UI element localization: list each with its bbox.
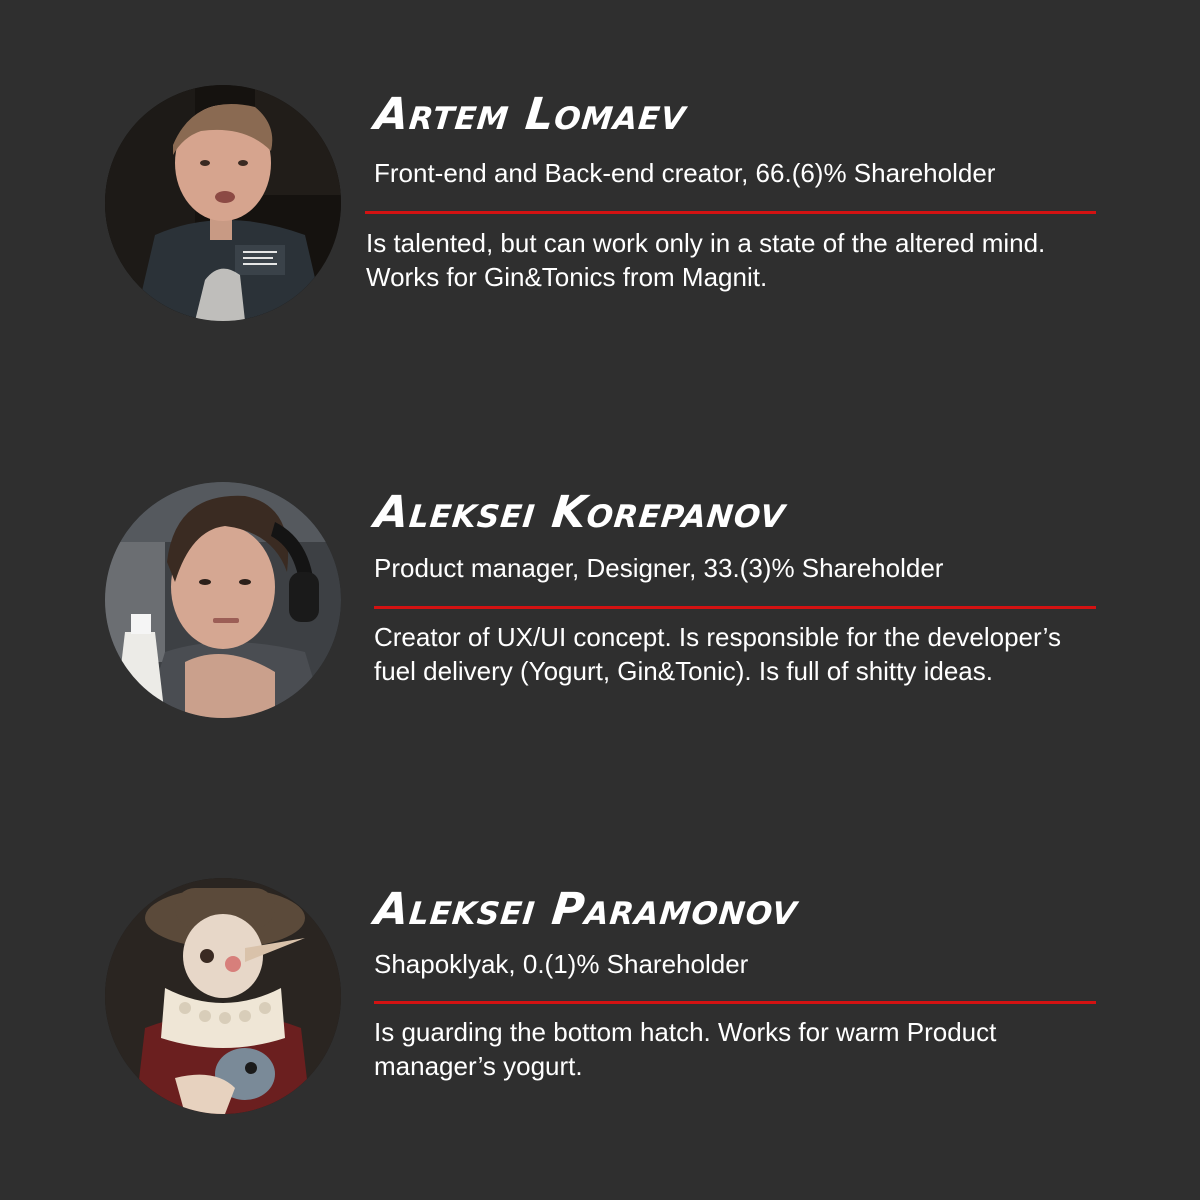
avatar-photo <box>105 85 341 321</box>
team-member-card: Artem Lomaev Front-end and Back-end crea… <box>0 85 1200 325</box>
member-role: Product manager, Designer, 33.(3)% Share… <box>374 553 944 583</box>
avatar-photo <box>105 878 341 1114</box>
avatar <box>105 85 341 321</box>
avatar-photo <box>105 482 341 718</box>
member-description: Is talented, but can work only in a stat… <box>366 228 1046 292</box>
team-member-card: Aleksei Paramonov Shapoklyak, 0.(1)% Sha… <box>0 878 1200 1118</box>
member-name: Artem Lomaev <box>372 89 689 140</box>
member-role: Front-end and Back-end creator, 66.(6)% … <box>374 158 996 188</box>
team-member-card: Aleksei Korepanov Product manager, Desig… <box>0 482 1200 722</box>
divider <box>374 606 1096 609</box>
divider <box>374 1001 1096 1004</box>
member-name: Aleksei Paramonov <box>372 884 801 935</box>
member-description: Is guarding the bottom hatch. Works for … <box>374 1017 997 1081</box>
avatar <box>105 482 341 718</box>
member-name: Aleksei Korepanov <box>372 487 789 538</box>
avatar <box>105 878 341 1114</box>
member-role: Shapoklyak, 0.(1)% Shareholder <box>374 949 749 979</box>
member-description: Creator of UX/UI concept. Is responsible… <box>374 622 1061 686</box>
divider <box>365 211 1096 214</box>
